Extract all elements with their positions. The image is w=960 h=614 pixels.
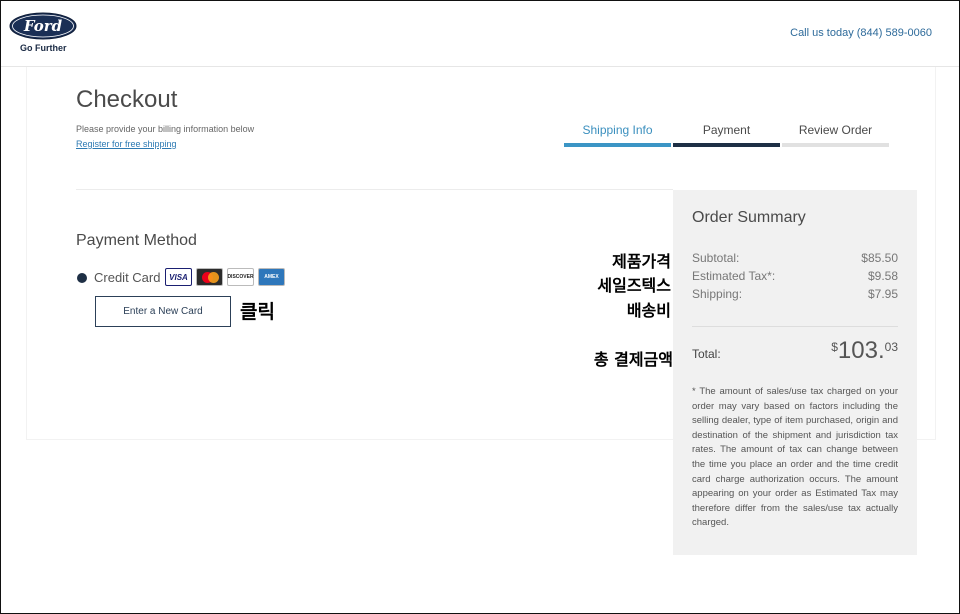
annotation-sales-tax: 세일즈텍스 bbox=[597, 276, 671, 295]
step-review-order[interactable]: Review Order bbox=[782, 123, 889, 137]
summary-row-shipping: Shipping: $7.95 bbox=[692, 287, 898, 301]
order-summary-title: Order Summary bbox=[692, 209, 806, 226]
annotation-click: 클릭 bbox=[240, 301, 275, 323]
enter-new-card-button[interactable]: Enter a New Card bbox=[95, 296, 231, 327]
amex-icon: AMEX bbox=[258, 268, 285, 286]
summary-row-subtotal: Subtotal: $85.50 bbox=[692, 251, 898, 265]
mastercard-icon bbox=[196, 268, 223, 286]
summary-row-label: Subtotal: bbox=[692, 251, 740, 265]
summary-row-label: Shipping: bbox=[692, 287, 743, 301]
register-link[interactable]: Register for free shipping bbox=[76, 139, 177, 149]
ford-logo[interactable]: Ford bbox=[9, 12, 77, 40]
annotation-product-price: 제품가격 bbox=[612, 252, 671, 271]
step-payment[interactable]: Payment bbox=[673, 123, 780, 137]
payment-method-title: Payment Method bbox=[76, 232, 197, 249]
summary-row-value: $7.95 bbox=[867, 287, 898, 301]
total-decimal: 03 bbox=[884, 340, 898, 354]
step-progress-bar-shipping bbox=[564, 143, 671, 147]
summary-row-tax: Estimated Tax*: $9.58 bbox=[692, 269, 898, 283]
visa-icon: VISA bbox=[165, 268, 192, 286]
page-title: Checkout bbox=[76, 86, 178, 113]
step-progress-bar-payment bbox=[673, 143, 780, 147]
section-divider bbox=[76, 189, 673, 190]
summary-row-label: Estimated Tax*: bbox=[692, 269, 776, 283]
tax-disclaimer: * The amount of sales/use tax charged on… bbox=[692, 386, 898, 529]
summary-divider bbox=[692, 326, 898, 327]
credit-card-radio[interactable] bbox=[77, 273, 87, 283]
credit-card-label[interactable]: Credit Card bbox=[94, 270, 160, 285]
card-brand-icons: VISA DISCOVER AMEX bbox=[165, 268, 285, 286]
annotation-total-payment: 총 결제금액 bbox=[593, 350, 673, 369]
total-currency: $ bbox=[831, 340, 838, 354]
summary-row-value: $9.58 bbox=[867, 269, 898, 283]
discover-icon: DISCOVER bbox=[227, 268, 254, 286]
phone-contact[interactable]: Call us today (844) 589-0060 bbox=[790, 27, 932, 39]
annotation-shipping-fee: 배송비 bbox=[626, 301, 671, 320]
total-integer: 103. bbox=[837, 337, 885, 364]
total-amount: $103.03 bbox=[831, 337, 898, 365]
brand-tagline: Go Further bbox=[20, 43, 67, 53]
page-subtitle: Please provide your billing information … bbox=[76, 124, 255, 134]
order-summary-panel: Order Summary Subtotal: $85.50 Estimated… bbox=[673, 190, 917, 555]
step-shipping-info[interactable]: Shipping Info bbox=[564, 123, 671, 137]
svg-text:Ford: Ford bbox=[23, 17, 63, 35]
site-header: Ford Go Further Call us today (844) 589-… bbox=[1, 1, 959, 67]
step-progress-bar-review bbox=[782, 143, 889, 147]
total-label: Total: bbox=[692, 347, 721, 361]
summary-row-value: $85.50 bbox=[861, 251, 898, 265]
